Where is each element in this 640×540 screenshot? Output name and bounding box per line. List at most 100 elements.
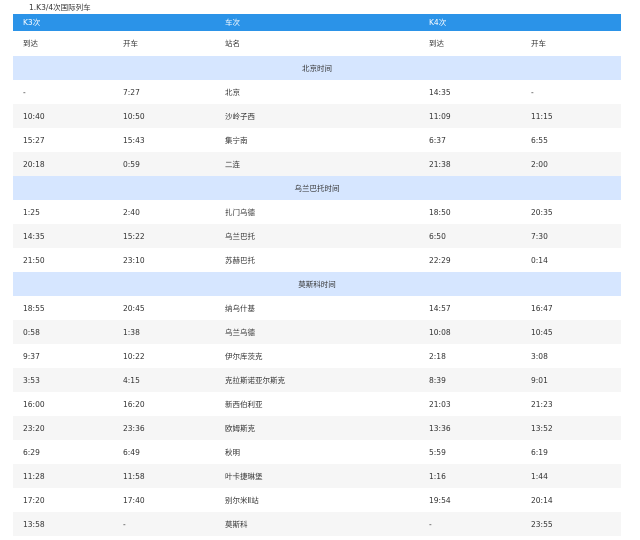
cell-k3-depart: 15:43 <box>123 135 145 145</box>
table-row: 13:58 - 莫斯科 - 23:55 <box>13 512 621 536</box>
cell-k4-depart: 1:44 <box>531 471 548 481</box>
cell-station: 二连 <box>225 159 240 169</box>
cell-k3-arrive: 18:55 <box>23 303 45 313</box>
table-row: 11:28 11:58 叶卡捷琳堡 1:16 1:44 <box>13 464 621 488</box>
cell-k3-depart: 23:10 <box>123 255 145 265</box>
cell-k4-depart: 6:55 <box>531 135 548 145</box>
table-row: 15:27 15:43 集宁南 6:37 6:55 <box>13 128 621 152</box>
cell-k3-depart: 7:27 <box>123 87 140 97</box>
cell-k4-depart: 10:45 <box>531 327 553 337</box>
cell-station: 叶卡捷琳堡 <box>225 471 263 481</box>
timetable: K3次 车次 K4次 到达 开车 站名 到达 开车 北京时间 - 7:27 北京 14:… <box>13 14 621 536</box>
table-row: 14:35 15:22 乌兰巴托 6:50 7:30 <box>13 224 621 248</box>
cell-k4-arrive: 1:16 <box>429 471 446 481</box>
cell-k4-arrive: 22:29 <box>429 255 451 265</box>
cell-k4-arrive: 13:36 <box>429 423 451 433</box>
cell-k4-arrive: 6:50 <box>429 231 446 241</box>
table-row: 18:55 20:45 纳乌什基 14:57 16:47 <box>13 296 621 320</box>
subheader-depart: 开车 <box>123 39 138 48</box>
cell-k3-arrive: 15:27 <box>23 135 45 145</box>
cell-station: 纳乌什基 <box>225 303 255 313</box>
cell-k4-arrive: 21:38 <box>429 159 451 169</box>
cell-k3-depart: 0:59 <box>123 159 140 169</box>
cell-station: 集宁南 <box>225 135 248 145</box>
section-header: 乌兰巴托时间 <box>13 176 621 200</box>
table-row: 9:37 10:22 伊尔库茨克 2:18 3:08 <box>13 344 621 368</box>
cell-station: 伊尔库茨克 <box>225 351 263 361</box>
cell-k3-arrive: 20:18 <box>23 159 45 169</box>
cell-station: 克拉斯诺亚尔斯克 <box>225 375 285 385</box>
cell-k3-depart: 16:20 <box>123 399 145 409</box>
cell-station: 莫斯科 <box>225 519 248 529</box>
cell-k4-arrive: 18:50 <box>429 207 451 217</box>
sections: 北京时间 - 7:27 北京 14:35 - 10:40 10:50 沙岭子西 11:09 11:1… <box>13 56 621 536</box>
cell-k4-arrive: 14:57 <box>429 303 451 313</box>
table-row: 1:25 2:40 扎门乌德 18:50 20:35 <box>13 200 621 224</box>
table-caption: 1.K3/4次国际列车 <box>29 3 91 12</box>
table-row: 6:29 6:49 秋明 5:59 6:19 <box>13 440 621 464</box>
cell-k3-arrive: 21:50 <box>23 255 45 265</box>
cell-k4-arrive: 2:18 <box>429 351 446 361</box>
cell-k3-depart: - <box>123 519 126 529</box>
cell-k4-arrive: 11:09 <box>429 111 451 121</box>
header-row: K3次 车次 K4次 <box>13 14 621 31</box>
cell-k3-depart: 17:40 <box>123 495 145 505</box>
cell-k4-depart: 11:15 <box>531 111 553 121</box>
cell-k3-depart: 11:58 <box>123 471 145 481</box>
cell-k3-depart: 2:40 <box>123 207 140 217</box>
header-train-number: 车次 <box>225 18 240 27</box>
cell-k4-depart: 0:14 <box>531 255 548 265</box>
cell-k4-arrive: - <box>429 519 432 529</box>
cell-k3-arrive: 11:28 <box>23 471 45 481</box>
cell-station: 别尔米Ⅱ站 <box>225 495 259 505</box>
cell-k4-depart: 20:14 <box>531 495 553 505</box>
cell-k3-depart: 15:22 <box>123 231 145 241</box>
cell-k4-depart: 23:55 <box>531 519 553 529</box>
cell-k4-depart: 9:01 <box>531 375 548 385</box>
subheader-station: 站名 <box>225 39 240 48</box>
cell-k4-depart: 21:23 <box>531 399 553 409</box>
subheader-row: 到达 开车 站名 到达 开车 <box>13 31 621 56</box>
cell-k4-arrive: 14:35 <box>429 87 451 97</box>
cell-k4-arrive: 8:39 <box>429 375 446 385</box>
table-row: 17:20 17:40 别尔米Ⅱ站 19:54 20:14 <box>13 488 621 512</box>
cell-k4-arrive: 19:54 <box>429 495 451 505</box>
cell-k3-arrive: 1:25 <box>23 207 40 217</box>
cell-k4-arrive: 21:03 <box>429 399 451 409</box>
cell-station: 欧姆斯克 <box>225 423 255 433</box>
section-header: 北京时间 <box>13 56 621 80</box>
cell-station: 新西伯利亚 <box>225 399 263 409</box>
cell-k3-arrive: 17:20 <box>23 495 45 505</box>
cell-station: 秋明 <box>225 447 240 457</box>
cell-k3-depart: 23:36 <box>123 423 145 433</box>
cell-station: 扎门乌德 <box>225 207 255 217</box>
cell-k3-arrive: 23:20 <box>23 423 45 433</box>
table-row: 3:53 4:15 克拉斯诺亚尔斯克 8:39 9:01 <box>13 368 621 392</box>
table-row: - 7:27 北京 14:35 - <box>13 80 621 104</box>
cell-station: 苏赫巴托 <box>225 255 255 265</box>
cell-station: 北京 <box>225 87 240 97</box>
cell-k4-depart: 2:00 <box>531 159 548 169</box>
cell-k3-arrive: 14:35 <box>23 231 45 241</box>
cell-k3-depart: 20:45 <box>123 303 145 313</box>
cell-k4-depart: 6:19 <box>531 447 548 457</box>
cell-k4-arrive: 5:59 <box>429 447 446 457</box>
cell-k3-arrive: 3:53 <box>23 375 40 385</box>
table-row: 16:00 16:20 新西伯利亚 21:03 21:23 <box>13 392 621 416</box>
cell-station: 沙岭子西 <box>225 111 255 121</box>
cell-station: 乌兰巴托 <box>225 231 255 241</box>
cell-k3-depart: 4:15 <box>123 375 140 385</box>
table-row: 10:40 10:50 沙岭子西 11:09 11:15 <box>13 104 621 128</box>
cell-station: 乌兰乌德 <box>225 327 255 337</box>
cell-k3-arrive: 10:40 <box>23 111 45 121</box>
cell-k3-arrive: - <box>23 87 26 97</box>
cell-k4-depart: 20:35 <box>531 207 553 217</box>
table-row: 21:50 23:10 苏赫巴托 22:29 0:14 <box>13 248 621 272</box>
table-row: 23:20 23:36 欧姆斯克 13:36 13:52 <box>13 416 621 440</box>
cell-k3-arrive: 6:29 <box>23 447 40 457</box>
cell-k4-depart: 16:47 <box>531 303 553 313</box>
header-k3: K3次 <box>23 18 41 27</box>
cell-k4-arrive: 10:08 <box>429 327 451 337</box>
subheader-arrive: 到达 <box>429 39 444 48</box>
cell-k3-depart: 10:50 <box>123 111 145 121</box>
